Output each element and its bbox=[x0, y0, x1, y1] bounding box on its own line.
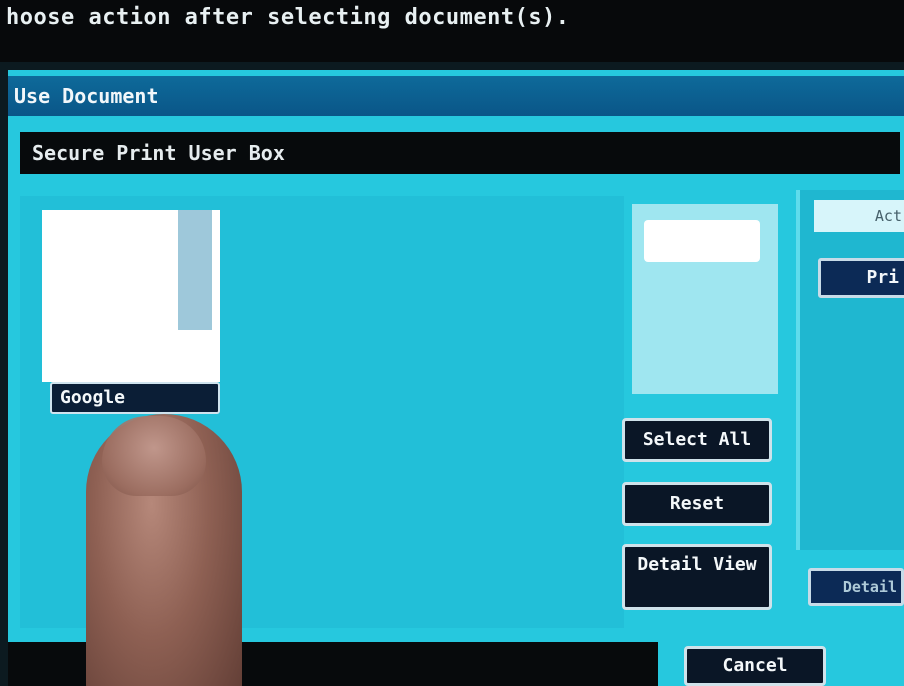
cancel-button[interactable]: Cancel bbox=[684, 646, 826, 686]
use-document-panel: Use Document Secure Print User Box Googl… bbox=[8, 70, 904, 686]
action-panel: Act Pri bbox=[796, 190, 904, 550]
document-name-label[interactable]: Google bbox=[50, 382, 220, 414]
instruction-text: hoose action after selecting document(s)… bbox=[0, 0, 904, 62]
copier-touch-screen: hoose action after selecting document(s)… bbox=[0, 0, 904, 686]
document-thumbnail[interactable] bbox=[42, 210, 220, 382]
document-item[interactable]: Google bbox=[42, 210, 220, 414]
window-title: Use Document bbox=[8, 76, 904, 116]
selected-documents-list bbox=[632, 204, 778, 394]
thumbnail-scrollbar bbox=[178, 210, 212, 330]
select-all-button[interactable]: Select All bbox=[622, 418, 772, 462]
reset-button[interactable]: Reset bbox=[622, 482, 772, 526]
print-button[interactable]: Pri bbox=[818, 258, 904, 298]
selected-document-slot[interactable] bbox=[644, 220, 760, 262]
message-bar bbox=[8, 642, 658, 686]
detail-view-button[interactable]: Detail View bbox=[622, 544, 772, 610]
document-details-button[interactable]: Detail bbox=[808, 568, 904, 606]
user-box-name: Secure Print User Box bbox=[20, 132, 900, 174]
action-panel-header: Act bbox=[814, 200, 904, 232]
